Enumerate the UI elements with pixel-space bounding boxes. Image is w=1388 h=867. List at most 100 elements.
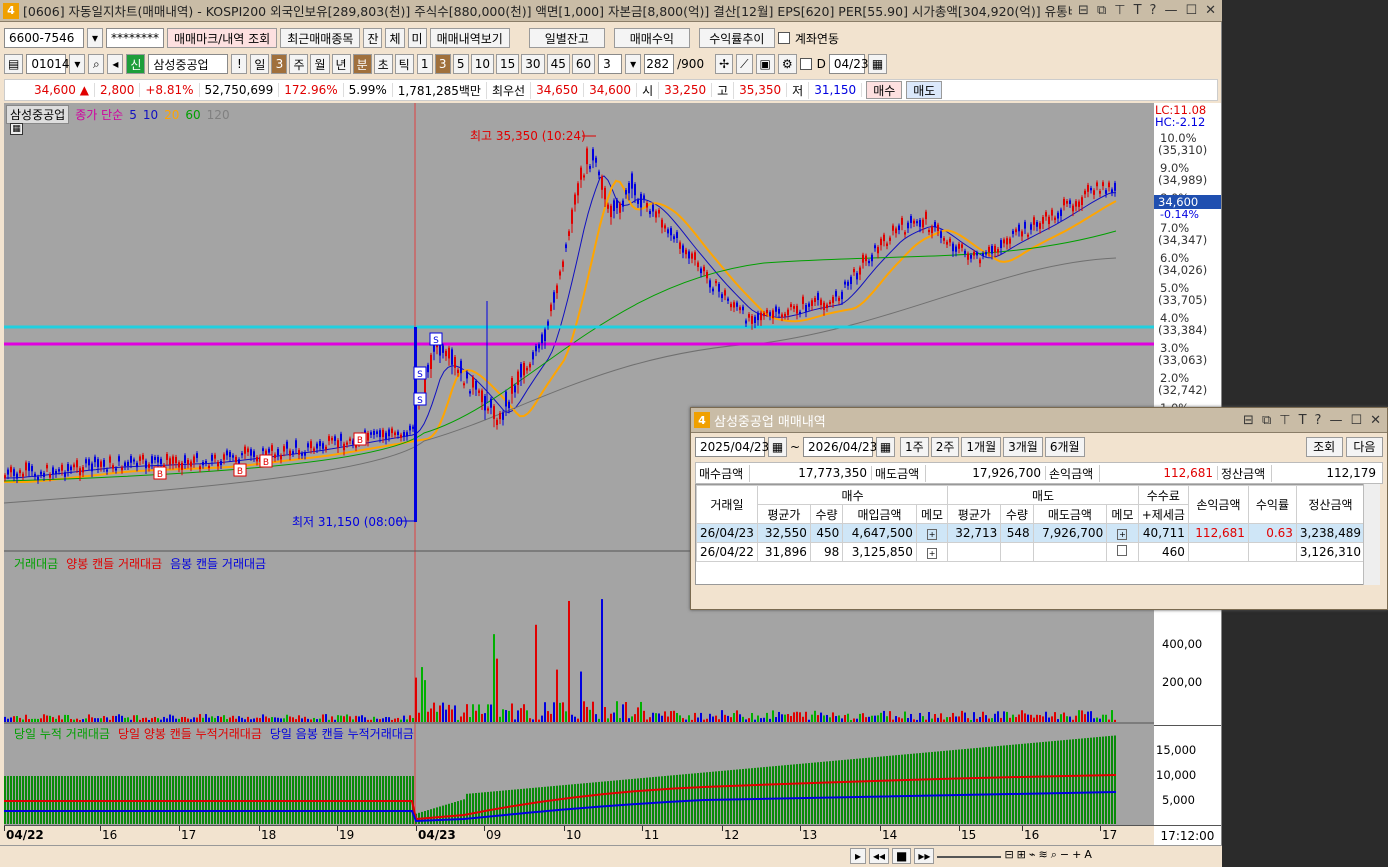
unfilled-button[interactable]: 미 (407, 28, 427, 48)
range-button[interactable]: 2주 (930, 436, 960, 457)
settings-icon[interactable]: ⚙ (777, 54, 797, 74)
cursor-icon[interactable]: ✢ (715, 54, 734, 74)
memo-icon[interactable]: + (1106, 523, 1139, 543)
page-input[interactable]: 282 (644, 54, 675, 74)
calendar-icon[interactable]: ▦ (867, 54, 888, 74)
interval-button[interactable]: 3 (434, 54, 451, 74)
popup-minimize-icon[interactable]: — (1329, 413, 1342, 428)
alert-button[interactable]: ! (231, 54, 248, 74)
draw-tool-icon[interactable]: ⌁ (1029, 848, 1036, 864)
period-button[interactable]: 년 (331, 54, 351, 74)
range-button[interactable]: 1주 (900, 436, 929, 457)
password-input[interactable]: ******** (106, 28, 164, 48)
interval-button[interactable]: 15 (496, 54, 520, 74)
filled-button[interactable]: 체 (385, 28, 405, 48)
save-icon[interactable]: ▣ (755, 54, 775, 74)
interval-button[interactable]: 10 (470, 54, 494, 74)
copy-icon[interactable]: ⧉ (1097, 3, 1106, 18)
table-row[interactable]: 26/04/23 32,550 450 4,647,500 +32,713 548 7,92… (696, 523, 1366, 543)
date-input[interactable]: 04/23 (828, 54, 869, 74)
daily-balance-button[interactable]: 일별잔고 (528, 28, 605, 48)
table-scrollbar[interactable] (1363, 484, 1380, 585)
period-button[interactable]: 일 (250, 54, 270, 74)
popup-layout-icon[interactable]: ⊟ (1243, 413, 1254, 428)
scroll-right-icon[interactable]: ▸ (850, 848, 866, 864)
interval-button[interactable]: 60 (571, 54, 596, 74)
stock-code-input[interactable]: 010140 (26, 54, 77, 74)
from-calendar-icon[interactable]: ▦ (768, 436, 787, 457)
period-button[interactable]: 월 (310, 54, 330, 74)
popup-maximize-icon[interactable]: ☐ (1350, 413, 1362, 428)
font-icon[interactable]: T (1134, 3, 1142, 18)
account-select[interactable]: 6600-7546 (4, 28, 84, 48)
zoom-out-icon[interactable]: ⊟ (1004, 848, 1013, 864)
speaker-icon[interactable]: ◂ (107, 54, 124, 74)
minus-icon[interactable]: − (1060, 848, 1069, 864)
interval-dropdown-icon[interactable]: ▾ (625, 54, 642, 74)
d-checkbox[interactable] (799, 58, 812, 70)
pin-icon[interactable]: ⊤ (1114, 3, 1125, 18)
period-button[interactable]: 3 (271, 54, 288, 74)
to-date-input[interactable]: 2026/04/23 (803, 436, 877, 457)
zoom-slider[interactable] (937, 848, 1002, 858)
stop-icon[interactable]: ■ (892, 848, 912, 864)
rewind-icon[interactable]: ◂◂ (869, 848, 890, 864)
view-history-button[interactable]: 매매내역보기 (429, 28, 510, 48)
search-icon[interactable]: ⌕ (88, 54, 105, 74)
popup-font-icon[interactable]: T (1299, 413, 1307, 428)
return-trend-button[interactable]: 수익률추이 (698, 28, 775, 48)
interval-select[interactable]: 3 (598, 54, 623, 74)
minimize-icon[interactable]: — (1164, 3, 1177, 18)
popup-copy-icon[interactable]: ⧉ (1262, 413, 1271, 428)
plus-icon[interactable]: + (1072, 848, 1081, 864)
range-button[interactable]: 3개월 (1003, 436, 1043, 457)
line-tool-icon[interactable]: ⟋ (736, 54, 753, 74)
period-button[interactable]: 분 (352, 54, 372, 74)
link-account-checkbox[interactable] (777, 32, 790, 44)
layout-toggle-icon[interactable]: ▤ (4, 54, 24, 74)
memo-icon[interactable] (1106, 542, 1139, 562)
interval-button[interactable]: 45 (546, 54, 570, 74)
volume-bar (13, 716, 15, 722)
volume-bar (451, 709, 453, 722)
from-date-input[interactable]: 2025/04/23 (695, 436, 769, 457)
popup-close-icon[interactable]: ✕ (1370, 413, 1381, 428)
popup-help-icon[interactable]: ? (1315, 413, 1322, 428)
to-calendar-icon[interactable]: ▦ (876, 436, 896, 457)
fib-tool-icon[interactable]: ≋ (1039, 848, 1048, 864)
trade-profit-button[interactable]: 매매수익 (613, 28, 690, 48)
maximize-icon[interactable]: ☐ (1185, 3, 1197, 18)
recent-trades-button[interactable]: 최근매매종목 (280, 28, 361, 48)
candle-body (19, 470, 21, 474)
volume-bar (649, 717, 651, 722)
popup-pin-icon[interactable]: ⊤ (1279, 413, 1290, 428)
period-button[interactable]: 주 (289, 54, 309, 74)
account-dropdown-icon[interactable]: ▾ (87, 28, 103, 48)
range-button[interactable]: 1개월 (961, 436, 1002, 457)
table-row[interactable]: 26/04/22 31,896 98 3,125,850 +460 3,126,310 (696, 542, 1366, 562)
memo-icon[interactable]: + (915, 542, 949, 562)
memo-icon[interactable]: + (915, 523, 949, 543)
cum-bar (811, 762, 813, 824)
search-zoom-icon[interactable]: ⌕ (1051, 848, 1057, 864)
popup-query-button[interactable]: 조회 (1305, 436, 1343, 457)
text-tool-icon[interactable]: A (1084, 848, 1092, 864)
grid-icon[interactable]: ▦ (10, 123, 23, 135)
interval-button[interactable]: 1 (416, 54, 433, 74)
interval-button[interactable]: 30 (521, 54, 545, 74)
balance-button[interactable]: 잔 (363, 28, 383, 48)
layout-icon[interactable]: ⊟ (1078, 3, 1089, 18)
mark-query-button[interactable]: 매매마크/내역 조회 (167, 28, 278, 48)
code-dropdown-icon[interactable]: ▾ (69, 54, 86, 74)
interval-button[interactable]: 5 (452, 54, 469, 74)
sell-button[interactable]: 매도 (906, 81, 943, 99)
forward-icon[interactable]: ▸▸ (914, 848, 935, 864)
popup-next-button[interactable]: 다음 (1345, 436, 1383, 457)
range-button[interactable]: 6개월 (1044, 436, 1085, 457)
zoom-fit-icon[interactable]: ⊞ (1017, 848, 1026, 864)
period-button[interactable]: 틱 (394, 54, 414, 74)
close-icon[interactable]: ✕ (1205, 3, 1216, 18)
buy-button[interactable]: 매수 (866, 81, 903, 99)
help-icon[interactable]: ? (1150, 3, 1157, 18)
period-button[interactable]: 초 (373, 54, 393, 74)
